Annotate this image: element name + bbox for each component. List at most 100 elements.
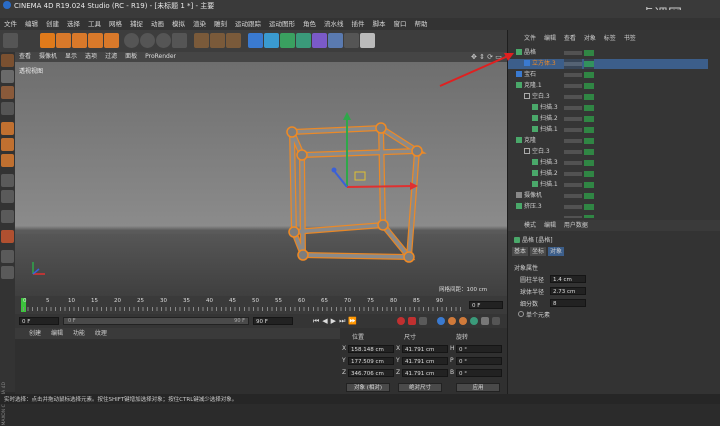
subtab-basic[interactable]: 基本 [512,247,528,256]
workplane-icon[interactable] [1,102,14,115]
vp-menu-panel[interactable]: 面板 [121,52,141,62]
edges-mode-icon[interactable] [1,138,14,151]
size-y-field[interactable]: 41.791 cm [402,357,448,365]
single-element-checkbox[interactable] [518,311,524,317]
rotate-tool-icon[interactable] [88,33,103,48]
om-tab-view[interactable]: 查看 [564,35,576,42]
model-mode-icon[interactable] [1,70,14,83]
menu-edit[interactable]: 编辑 [21,18,42,30]
vp-menu-filter[interactable]: 过滤 [101,52,121,62]
subtab-coord[interactable]: 坐标 [530,247,546,256]
apply-button[interactable]: 应用 [456,383,500,392]
render-picture-viewer-icon[interactable] [210,33,225,48]
rot-b-field[interactable]: 0 ° [456,369,502,377]
timeline-end-frame[interactable]: 0 F [469,301,503,309]
menu-render[interactable]: 渲染 [189,18,210,30]
keyframe-icon[interactable] [419,317,427,325]
y-axis-icon[interactable] [140,33,155,48]
key-param-icon[interactable] [470,317,478,325]
attr-tab-mode[interactable]: 模式 [524,222,536,229]
tree-item-sweep1[interactable]: 扫描.1 [508,125,708,135]
timeline[interactable]: 0 5 10 15 20 25 30 35 40 45 50 55 60 65 … [15,296,507,314]
mat-menu-create[interactable]: 创建 [29,330,41,337]
transport-buttons[interactable]: ⏮◀▶⏭⏩ [313,316,393,326]
tweak-mode-icon[interactable] [1,190,14,203]
cylinder-radius-field[interactable]: 1.4 cm [550,275,586,283]
om-tab-tag[interactable]: 标签 [604,35,616,42]
mat-menu-texture[interactable]: 纹理 [95,330,107,337]
key-rotation-icon[interactable] [459,317,467,325]
tree-item-null3[interactable]: 空白.3 [508,92,708,102]
z-axis-icon[interactable] [156,33,171,48]
subdivision-icon[interactable] [280,33,295,48]
tags-column[interactable] [584,48,594,218]
om-tab-file[interactable]: 文件 [524,35,536,42]
render-view-icon[interactable] [194,33,209,48]
om-tab-edit[interactable]: 编辑 [544,35,556,42]
cube-icon[interactable] [248,33,263,48]
tree-item-cube3[interactable]: 立方体.3 [508,59,708,69]
menu-mesh[interactable]: 网格 [105,18,126,30]
tree-item-sweep3[interactable]: 扫描.3 [508,103,708,113]
segments-field[interactable]: 8 [550,299,586,307]
tree-item-gem[interactable]: 宝石 [508,70,708,80]
move-tool-icon[interactable] [40,33,55,48]
quantize-icon[interactable] [1,266,14,279]
vp-menu-prorender[interactable]: ProRender [141,52,180,62]
lock-workplane-icon[interactable] [1,230,14,243]
menu-script[interactable]: 脚本 [369,18,390,30]
size-z-field[interactable]: 41.791 cm [402,369,448,377]
rot-h-field[interactable]: 0 ° [456,345,502,353]
record-icon[interactable] [397,317,405,325]
key-pla-icon[interactable] [481,317,489,325]
om-tab-object[interactable]: 对象 [584,35,596,42]
vp-menu-view[interactable]: 查看 [15,52,35,62]
tree-item-camera[interactable]: 摄像机 [508,191,708,201]
menu-pipeline[interactable]: 流水线 [320,18,348,30]
tree-item-sweep2[interactable]: 扫描.2 [508,114,708,124]
viewport[interactable]: 透视视图 网格间距：100 cm [15,62,507,296]
make-editable-icon[interactable] [1,54,14,67]
planar-workplane-icon[interactable] [1,250,14,263]
visibility-flags-column[interactable] [564,48,582,218]
size-x-field[interactable]: 41.791 cm [402,345,448,353]
vp-menu-display[interactable]: 显示 [61,52,81,62]
tree-item-sweep1b[interactable]: 扫描.1 [508,180,708,190]
tree-item-cloner1[interactable]: 克隆.1 [508,81,708,91]
sphere-radius-field[interactable]: 2.73 cm [550,287,586,295]
tree-item-null3b[interactable]: 空白.3 [508,147,708,157]
scale-tool-icon[interactable] [72,33,87,48]
mat-menu-function[interactable]: 功能 [73,330,85,337]
move-gizmo[interactable] [15,62,507,296]
attr-tab-edit[interactable]: 编辑 [544,222,556,229]
coord-mode-dropdown[interactable]: 对象 (相对) [346,383,390,392]
recent-tool-icon[interactable] [104,33,119,48]
light-icon[interactable] [360,33,375,48]
menu-sculpt[interactable]: 雕刻 [210,18,231,30]
pos-x-field[interactable]: 158.148 cm [348,345,394,353]
menu-create[interactable]: 创建 [42,18,63,30]
undo-icon[interactable] [3,33,18,48]
menu-simulate[interactable]: 模拟 [168,18,189,30]
tree-item-cloner[interactable]: 克隆 [508,136,708,146]
array-icon[interactable] [296,33,311,48]
pos-z-field[interactable]: 346.706 cm [348,369,394,377]
pos-y-field[interactable]: 177.509 cm [348,357,394,365]
rot-p-field[interactable]: 0 ° [456,357,502,365]
deformer-icon[interactable] [312,33,327,48]
points-mode-icon[interactable] [1,122,14,135]
snap-icon[interactable] [1,210,14,223]
record-buttons[interactable] [397,316,431,326]
live-select-icon[interactable] [56,33,71,48]
floor-icon[interactable] [328,33,343,48]
menu-character[interactable]: 角色 [299,18,320,30]
subtab-object[interactable]: 对象 [548,247,564,256]
timeline-menu-icon[interactable] [492,317,500,325]
x-axis-icon[interactable] [124,33,139,48]
menu-window[interactable]: 窗口 [390,18,411,30]
tree-item-lattice[interactable]: 晶格 [508,48,708,58]
menu-help[interactable]: 帮助 [411,18,432,30]
tree-item-sweep3b[interactable]: 扫描.3 [508,158,708,168]
key-scale-icon[interactable] [448,317,456,325]
end-frame-field[interactable]: 90 F [253,317,293,325]
